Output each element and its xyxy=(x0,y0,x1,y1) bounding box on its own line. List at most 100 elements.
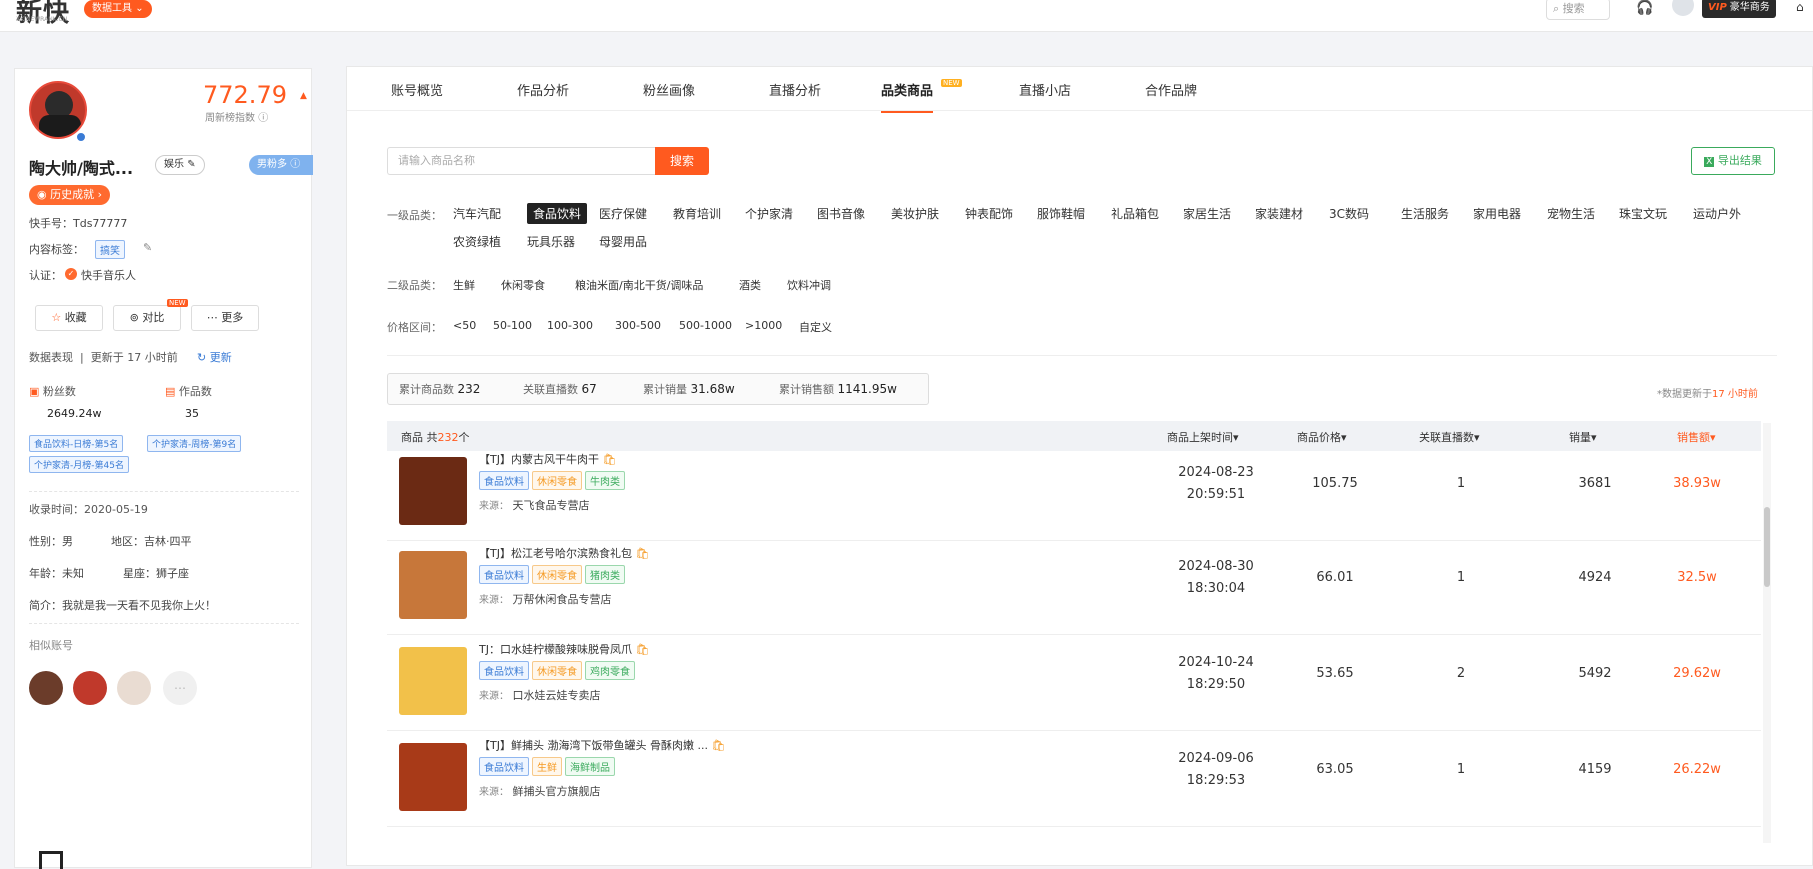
table-row[interactable]: 【TJ】鲜捕头 渤海湾下饭带鱼罐头 骨酥肉嫩 ... 🛍 食品饮料 生鲜 海鲜制品 … xyxy=(387,731,1761,827)
edit-icon[interactable]: ✎ xyxy=(143,241,152,254)
col-live-count[interactable]: 关联直播数▾ xyxy=(1419,429,1480,445)
level1-category[interactable]: 汽车汽配 xyxy=(453,205,501,222)
goods-title[interactable]: 【TJ】松江老号哈尔滨熟食礼包 🛍 xyxy=(479,545,649,561)
level2-category[interactable]: 休闲零食 xyxy=(501,277,545,293)
level1-category[interactable]: 医疗保健 xyxy=(599,205,647,222)
headset-icon[interactable]: 🎧 xyxy=(1636,0,1653,16)
star-icon: ☆ xyxy=(51,311,62,324)
goods-thumbnail[interactable] xyxy=(399,647,467,715)
goods-thumbnail[interactable] xyxy=(399,743,467,811)
constellation: 星座：狮子座 xyxy=(123,567,189,580)
table-row[interactable]: 【TJ】松江老号哈尔滨熟食礼包 🛍 食品饮料 休闲零食 猪肉类 来源： 万帮休闲食品… xyxy=(387,539,1761,635)
goods-thumbnail[interactable] xyxy=(399,551,467,619)
goods-tag: 食品饮料 xyxy=(479,565,529,584)
goods-title[interactable]: TJ：口水娃柠檬酸辣味脱骨凤爪 🛍 xyxy=(479,641,649,657)
level1-category[interactable]: 教育培训 xyxy=(673,205,721,222)
refresh-button[interactable]: ↻ 更新 xyxy=(197,349,232,365)
rank-tag[interactable]: 食品饮料-日榜-第5名 xyxy=(29,435,124,452)
qrcode-icon[interactable] xyxy=(39,851,63,869)
goods-title[interactable]: 【TJ】内蒙古风干牛肉干 🛍 xyxy=(479,451,616,467)
price-range[interactable]: 100-300 xyxy=(547,319,593,332)
similar-avatar[interactable] xyxy=(29,671,63,705)
price-range[interactable]: >1000 xyxy=(745,319,782,332)
shop-bag-icon: 🛍 xyxy=(635,547,650,560)
scrollbar[interactable] xyxy=(1763,423,1771,843)
tab-partner-brands[interactable]: 合作品牌 xyxy=(1145,80,1197,99)
tab-category-goods[interactable]: 品类商品 xyxy=(881,80,934,113)
col-list-time[interactable]: 商品上架时间▾ xyxy=(1167,429,1239,445)
level1-category[interactable]: 家装建材 xyxy=(1255,205,1303,222)
scrollbar-thumb[interactable] xyxy=(1764,507,1770,587)
level1-category[interactable]: 服饰鞋帽 xyxy=(1037,205,1085,222)
level1-category[interactable]: 美妆护肤 xyxy=(891,205,939,222)
table-row[interactable]: 【TJ】内蒙古风干牛肉干 🛍 食品饮料 休闲零食 牛肉类 来源： 天飞食品专营店 2… xyxy=(387,445,1761,541)
user-avatar[interactable] xyxy=(1672,0,1694,16)
collect-button[interactable]: ☆ 收藏 xyxy=(35,305,103,331)
more-button[interactable]: ⋯ 更多 xyxy=(191,305,259,331)
level1-category[interactable]: 宠物生活 xyxy=(1547,205,1595,222)
goods-title[interactable]: 【TJ】鲜捕头 渤海湾下饭带鱼罐头 骨酥肉嫩 ... 🛍 xyxy=(479,737,725,753)
global-search[interactable]: ⌕ 搜索 xyxy=(1546,0,1610,20)
goods-thumbnail[interactable] xyxy=(399,457,467,525)
goods-price: 63.05 xyxy=(1316,762,1354,777)
home-icon[interactable]: ⌂ xyxy=(1796,0,1804,14)
goods-tag: 生鲜 xyxy=(532,757,562,776)
level1-category[interactable]: 3C数码 xyxy=(1329,205,1369,222)
price-range[interactable]: 50-100 xyxy=(493,319,532,332)
goods-search-input[interactable]: 请输入商品名称 xyxy=(387,147,655,175)
level2-category[interactable]: 饮料冲调 xyxy=(787,277,831,293)
level1-category[interactable]: 食品饮料 xyxy=(527,203,588,224)
compare-button[interactable]: ⊚ 对比 xyxy=(113,305,181,331)
price-range[interactable]: 500-1000 xyxy=(679,319,732,332)
level1-category[interactable]: 图书音像 xyxy=(817,205,865,222)
price-range[interactable]: 自定义 xyxy=(799,319,832,335)
level2-category[interactable]: 生鲜 xyxy=(453,277,475,293)
level1-category[interactable]: 礼品箱包 xyxy=(1111,205,1159,222)
rank-tag[interactable]: 个护家清-周榜-第9名 xyxy=(147,435,242,452)
price-range[interactable]: <50 xyxy=(453,319,476,332)
level1-category[interactable]: 钟表配饰 xyxy=(965,205,1013,222)
tab-fans-profile[interactable]: 粉丝画像 xyxy=(643,80,695,99)
goods-price: 66.01 xyxy=(1316,570,1354,585)
similar-avatar[interactable] xyxy=(73,671,107,705)
logo[interactable]: 新快 xyxy=(16,0,70,29)
col-price[interactable]: 商品价格▾ xyxy=(1297,429,1347,445)
level1-category[interactable]: 运动户外 xyxy=(1693,205,1741,222)
level1-category[interactable]: 农资绿植 xyxy=(453,233,501,250)
level2-category[interactable]: 粮油米面/南北干货/调味品 xyxy=(575,277,703,293)
history-button[interactable]: ◉ 历史成就 › xyxy=(29,185,111,205)
price-range[interactable]: 300-500 xyxy=(615,319,661,332)
similar-more[interactable]: ⋯ xyxy=(163,671,197,705)
fans-value: 2649.24w xyxy=(47,407,102,420)
tab-works-analysis[interactable]: 作品分析 xyxy=(517,80,569,99)
table-row[interactable]: TJ：口水娃柠檬酸辣味脱骨凤爪 🛍 食品饮料 休闲零食 鸡肉零食 来源： 口水娃云娃… xyxy=(387,635,1761,731)
rank-tag[interactable]: 个护家清-月榜-第45名 xyxy=(29,456,129,473)
tab-live-analysis[interactable]: 直播分析 xyxy=(769,80,821,99)
level1-category[interactable]: 家居生活 xyxy=(1183,205,1231,222)
data-tools-button[interactable]: 数据工具 ⌄ xyxy=(84,0,152,18)
content-tag[interactable]: 搞笑 xyxy=(95,240,125,259)
stat-value: 67 xyxy=(581,382,597,396)
divider xyxy=(29,491,299,492)
col-amount[interactable]: 销售额▾ xyxy=(1677,429,1716,445)
compare-new-badge: NEW xyxy=(167,299,188,307)
age: 年龄：未知 xyxy=(29,567,84,580)
similar-avatar[interactable] xyxy=(117,671,151,705)
level1-category[interactable]: 生活服务 xyxy=(1401,205,1449,222)
level1-category[interactable]: 个护家清 xyxy=(745,205,793,222)
goods-price: 105.75 xyxy=(1312,476,1358,491)
search-button[interactable]: 搜索 xyxy=(655,147,709,175)
level1-category[interactable]: 玩具乐器 xyxy=(527,233,575,250)
goods-source: 来源： 天飞食品专营店 xyxy=(479,499,590,512)
level1-category[interactable]: 珠宝文玩 xyxy=(1619,205,1667,222)
tab-live-shop[interactable]: 直播小店 xyxy=(1019,80,1071,99)
shop-bag-icon: 🛍 xyxy=(635,643,650,656)
vip-badge[interactable]: VIP 豪华商务 xyxy=(1702,0,1776,18)
col-sales[interactable]: 销量▾ xyxy=(1569,429,1597,445)
export-button[interactable]: X 导出结果 xyxy=(1691,147,1775,175)
level1-category[interactable]: 家用电器 xyxy=(1473,205,1521,222)
tab-account-overview[interactable]: 账号概览 xyxy=(391,80,443,99)
category-tag[interactable]: 娱乐 ✎ xyxy=(155,155,205,175)
level1-category[interactable]: 母婴用品 xyxy=(599,233,647,250)
level2-category[interactable]: 酒类 xyxy=(739,277,761,293)
